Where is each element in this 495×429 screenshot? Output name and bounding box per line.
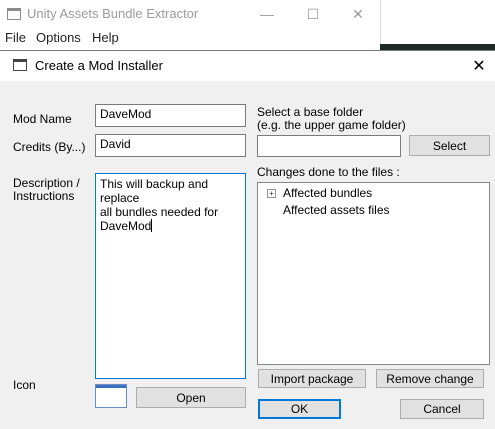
text-cursor (151, 219, 153, 232)
mod-icon-preview (95, 384, 127, 408)
parent-window-title: Unity Assets Bundle Extractor (27, 6, 199, 21)
maximize-button[interactable]: ☐ (290, 0, 336, 28)
ok-button[interactable]: OK (258, 399, 341, 419)
base-folder-label-line-1: Select a base folder (257, 105, 364, 119)
dialog-title: Create a Mod Installer (35, 58, 163, 73)
mod-name-value: DaveMod (100, 107, 152, 121)
minimize-button[interactable]: — (244, 0, 290, 28)
cancel-button[interactable]: Cancel (400, 399, 484, 419)
dialog-window-icon (13, 59, 27, 71)
mod-name-label: Mod Name (13, 112, 72, 126)
credits-value: David (100, 137, 131, 151)
menu-file[interactable]: File (5, 30, 26, 45)
dialog-title-bar: Create a Mod Installer ✕ (0, 51, 495, 81)
dialog-close-button[interactable]: ✕ (463, 51, 495, 81)
parent-window: Unity Assets Bundle Extractor — ☐ ✕ File… (0, 0, 380, 52)
base-folder-input[interactable] (257, 135, 401, 157)
description-label-line-2: Instructions (13, 189, 75, 203)
open-icon-button[interactable]: Open (136, 387, 246, 408)
app-window-icon (7, 8, 21, 20)
icon-label: Icon (13, 378, 36, 392)
background-window (380, 0, 495, 44)
changes-tree[interactable]: + Affected bundles Affected assets files (257, 182, 490, 365)
description-line-1: This will backup and replace (100, 177, 209, 205)
description-line-3: DaveMod (100, 219, 152, 233)
tree-item-affected-bundles[interactable]: Affected bundles (283, 186, 372, 200)
expand-icon[interactable]: + (267, 189, 276, 198)
remove-change-button[interactable]: Remove change (376, 369, 484, 388)
menu-help[interactable]: Help (92, 30, 119, 45)
parent-title-bar: Unity Assets Bundle Extractor — ☐ ✕ (0, 0, 380, 28)
description-label-line-1: Description / (13, 176, 80, 190)
base-folder-label-line-2: (e.g. the upper game folder) (257, 118, 406, 132)
tree-item-affected-assets[interactable]: Affected assets files (283, 203, 390, 217)
mod-installer-dialog: Create a Mod Installer ✕ Mod Name DaveMo… (0, 50, 495, 429)
description-textarea[interactable]: This will backup and replace all bundles… (95, 173, 246, 379)
description-line-2: all bundles needed for (100, 205, 219, 219)
import-package-button[interactable]: Import package (258, 369, 366, 388)
credits-label: Credits (By...) (13, 140, 86, 154)
parent-close-button[interactable]: ✕ (335, 0, 381, 28)
menu-options[interactable]: Options (36, 30, 81, 45)
changes-label: Changes done to the files : (257, 165, 400, 179)
select-folder-button[interactable]: Select (409, 135, 490, 156)
credits-input[interactable]: David (95, 134, 246, 157)
mod-name-input[interactable]: DaveMod (95, 104, 246, 127)
